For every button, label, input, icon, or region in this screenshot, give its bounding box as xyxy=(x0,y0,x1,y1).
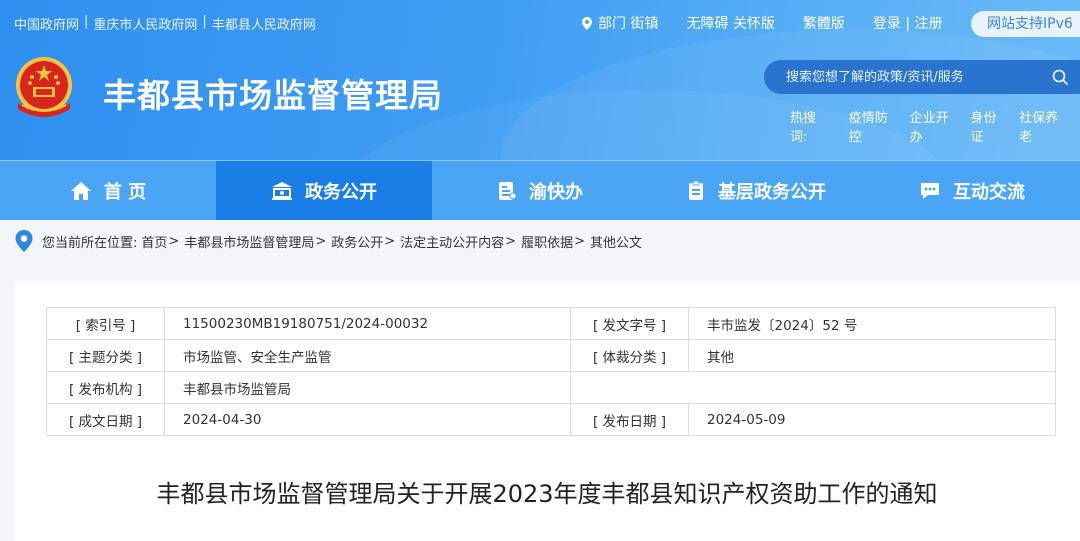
location-link[interactable]: 部门 街镇 xyxy=(582,13,658,33)
breadcrumb-prefix: 您当前所在位置: xyxy=(42,235,138,251)
table-row: [ 成文日期 ] 2024-04-30 [ 发布日期 ] 2024-05-09 xyxy=(46,403,1056,436)
breadcrumb-separator: > xyxy=(505,233,517,249)
site-title: 丰都县市场监督管理局 xyxy=(103,76,443,115)
meta-key: [ 成文日期 ] xyxy=(46,403,165,436)
divider: | xyxy=(202,14,207,29)
document-title: 丰都县市场监督管理局关于开展2023年度丰都县知识产权资助工作的通知 xyxy=(156,480,938,508)
divider: | xyxy=(84,14,89,29)
tab-label: 政务公开 xyxy=(305,181,377,203)
breadcrumb: 您当前所在位置: 首页 > 丰都县市场监督管理局 > 政务公开 > 法定主动公开… xyxy=(14,226,642,256)
tab-label: 渝快办 xyxy=(529,181,583,203)
tab-home[interactable]: 首 页 xyxy=(0,161,216,220)
table-row: [ 发布机构 ] 丰都县市场监管局 xyxy=(46,371,1056,404)
tab-interaction[interactable]: 互动交流 xyxy=(864,161,1080,220)
tab-yukuaiban[interactable]: 渝快办 xyxy=(432,161,648,220)
tab-label: 基层政务公开 xyxy=(718,181,826,203)
government-icon xyxy=(272,181,292,200)
hot-search-item[interactable]: 疫情防控 xyxy=(849,107,898,145)
meta-key-empty xyxy=(570,371,1056,404)
content-panel: [ 索引号 ] 11500230MB19180751/2024-00032 [ … xyxy=(14,281,1080,541)
main-nav: 首 页 政务公开 渝快办 基层政务公开 互动交流 xyxy=(0,160,1080,220)
breadcrumb-separator: > xyxy=(315,233,327,249)
tab-label: 首 页 xyxy=(103,181,147,203)
meta-key: [ 发布日期 ] xyxy=(570,403,689,436)
breadcrumb-item[interactable]: 首页 xyxy=(141,232,167,251)
location-label: 部门 街镇 xyxy=(598,16,659,32)
top-link-fengdu[interactable]: 丰都县人民政府网 xyxy=(212,14,316,33)
meta-key: [ 发布机构 ] xyxy=(46,371,165,404)
meta-value: 11500230MB19180751/2024-00032 xyxy=(164,307,571,340)
login-label: 登录 | 注册 xyxy=(872,16,943,32)
traditional-label: 繁體版 xyxy=(802,16,845,32)
search-bar xyxy=(764,60,1080,94)
chat-icon xyxy=(921,182,939,199)
hot-search-item[interactable]: 身份证 xyxy=(970,107,1007,145)
ipv6-badge: 网站支持IPv6 xyxy=(971,11,1080,37)
breadcrumb-separator: > xyxy=(574,233,585,249)
login-register-link[interactable]: 登录 | 注册 xyxy=(873,13,943,33)
meta-value: 丰市监发〔2024〕52 号 xyxy=(688,307,1056,340)
breadcrumb-item[interactable]: 丰都县市场监督管理局 xyxy=(184,232,314,251)
search-icon[interactable] xyxy=(1052,69,1068,85)
meta-key: [ 主题分类 ] xyxy=(46,339,165,372)
location-pin-icon xyxy=(15,230,33,252)
service-icon xyxy=(499,181,517,200)
table-row: [ 主题分类 ] 市场监管、安全生产监管 [ 体裁分类 ] 其他 xyxy=(46,339,1056,372)
clipboard-icon xyxy=(689,180,703,200)
location-pin-icon xyxy=(582,16,592,30)
breadcrumb-separator: > xyxy=(168,233,180,249)
site-header: 中国政府网 | 重庆市人民政府网 | 丰都县人民政府网 部门 街镇 无障碍 关怀… xyxy=(0,0,1080,160)
hot-search-item[interactable]: 企业开办 xyxy=(910,107,959,145)
meta-value: 2024-04-30 xyxy=(164,403,571,436)
top-right-bar: 部门 街镇 无障碍 关怀版 繁體版 登录 | 注册 xyxy=(582,13,971,33)
top-link-gov[interactable]: 中国政府网 xyxy=(14,14,79,33)
breadcrumb-item[interactable]: 法定主动公开内容 xyxy=(400,232,504,251)
national-emblem-icon xyxy=(16,57,72,117)
accessibility-label: 无障碍 关怀版 xyxy=(686,16,775,32)
hot-search-label: 热搜词: xyxy=(790,111,817,145)
breadcrumb-item[interactable]: 政务公开 xyxy=(331,232,383,251)
home-icon xyxy=(70,181,91,200)
top-link-chongqing[interactable]: 重庆市人民政府网 xyxy=(93,14,197,33)
breadcrumb-separator: > xyxy=(384,233,396,249)
top-links: 中国政府网 | 重庆市人民政府网 | 丰都县人民政府网 xyxy=(14,14,316,33)
table-row: [ 索引号 ] 11500230MB19180751/2024-00032 [ … xyxy=(46,307,1056,340)
meta-value: 市场监管、安全生产监管 xyxy=(164,339,571,372)
meta-value: 丰都县市场监管局 xyxy=(164,371,571,404)
tab-grassroots-affairs[interactable]: 基层政务公开 xyxy=(648,161,864,220)
meta-value: 2024-05-09 xyxy=(688,403,1056,436)
breadcrumb-item[interactable]: 其他公文 xyxy=(590,232,642,251)
breadcrumb-item[interactable]: 履职依据 xyxy=(521,232,573,251)
tab-label: 互动交流 xyxy=(953,181,1025,203)
meta-key: [ 索引号 ] xyxy=(46,307,165,340)
hot-search: 热搜词: 疫情防控 企业开办 身份证 社保养老 xyxy=(790,107,1080,145)
meta-key: [ 发文字号 ] xyxy=(570,307,689,340)
search-input[interactable] xyxy=(784,68,1048,86)
traditional-chinese-link[interactable]: 繁體版 xyxy=(803,13,845,33)
hot-search-item[interactable]: 社保养老 xyxy=(1019,107,1068,145)
document-meta-table: [ 索引号 ] 11500230MB19180751/2024-00032 [ … xyxy=(46,307,1056,436)
tab-government-affairs[interactable]: 政务公开 xyxy=(216,161,432,220)
meta-key: [ 体裁分类 ] xyxy=(570,339,689,372)
meta-value: 其他 xyxy=(688,339,1056,372)
accessibility-link[interactable]: 无障碍 关怀版 xyxy=(686,13,774,33)
